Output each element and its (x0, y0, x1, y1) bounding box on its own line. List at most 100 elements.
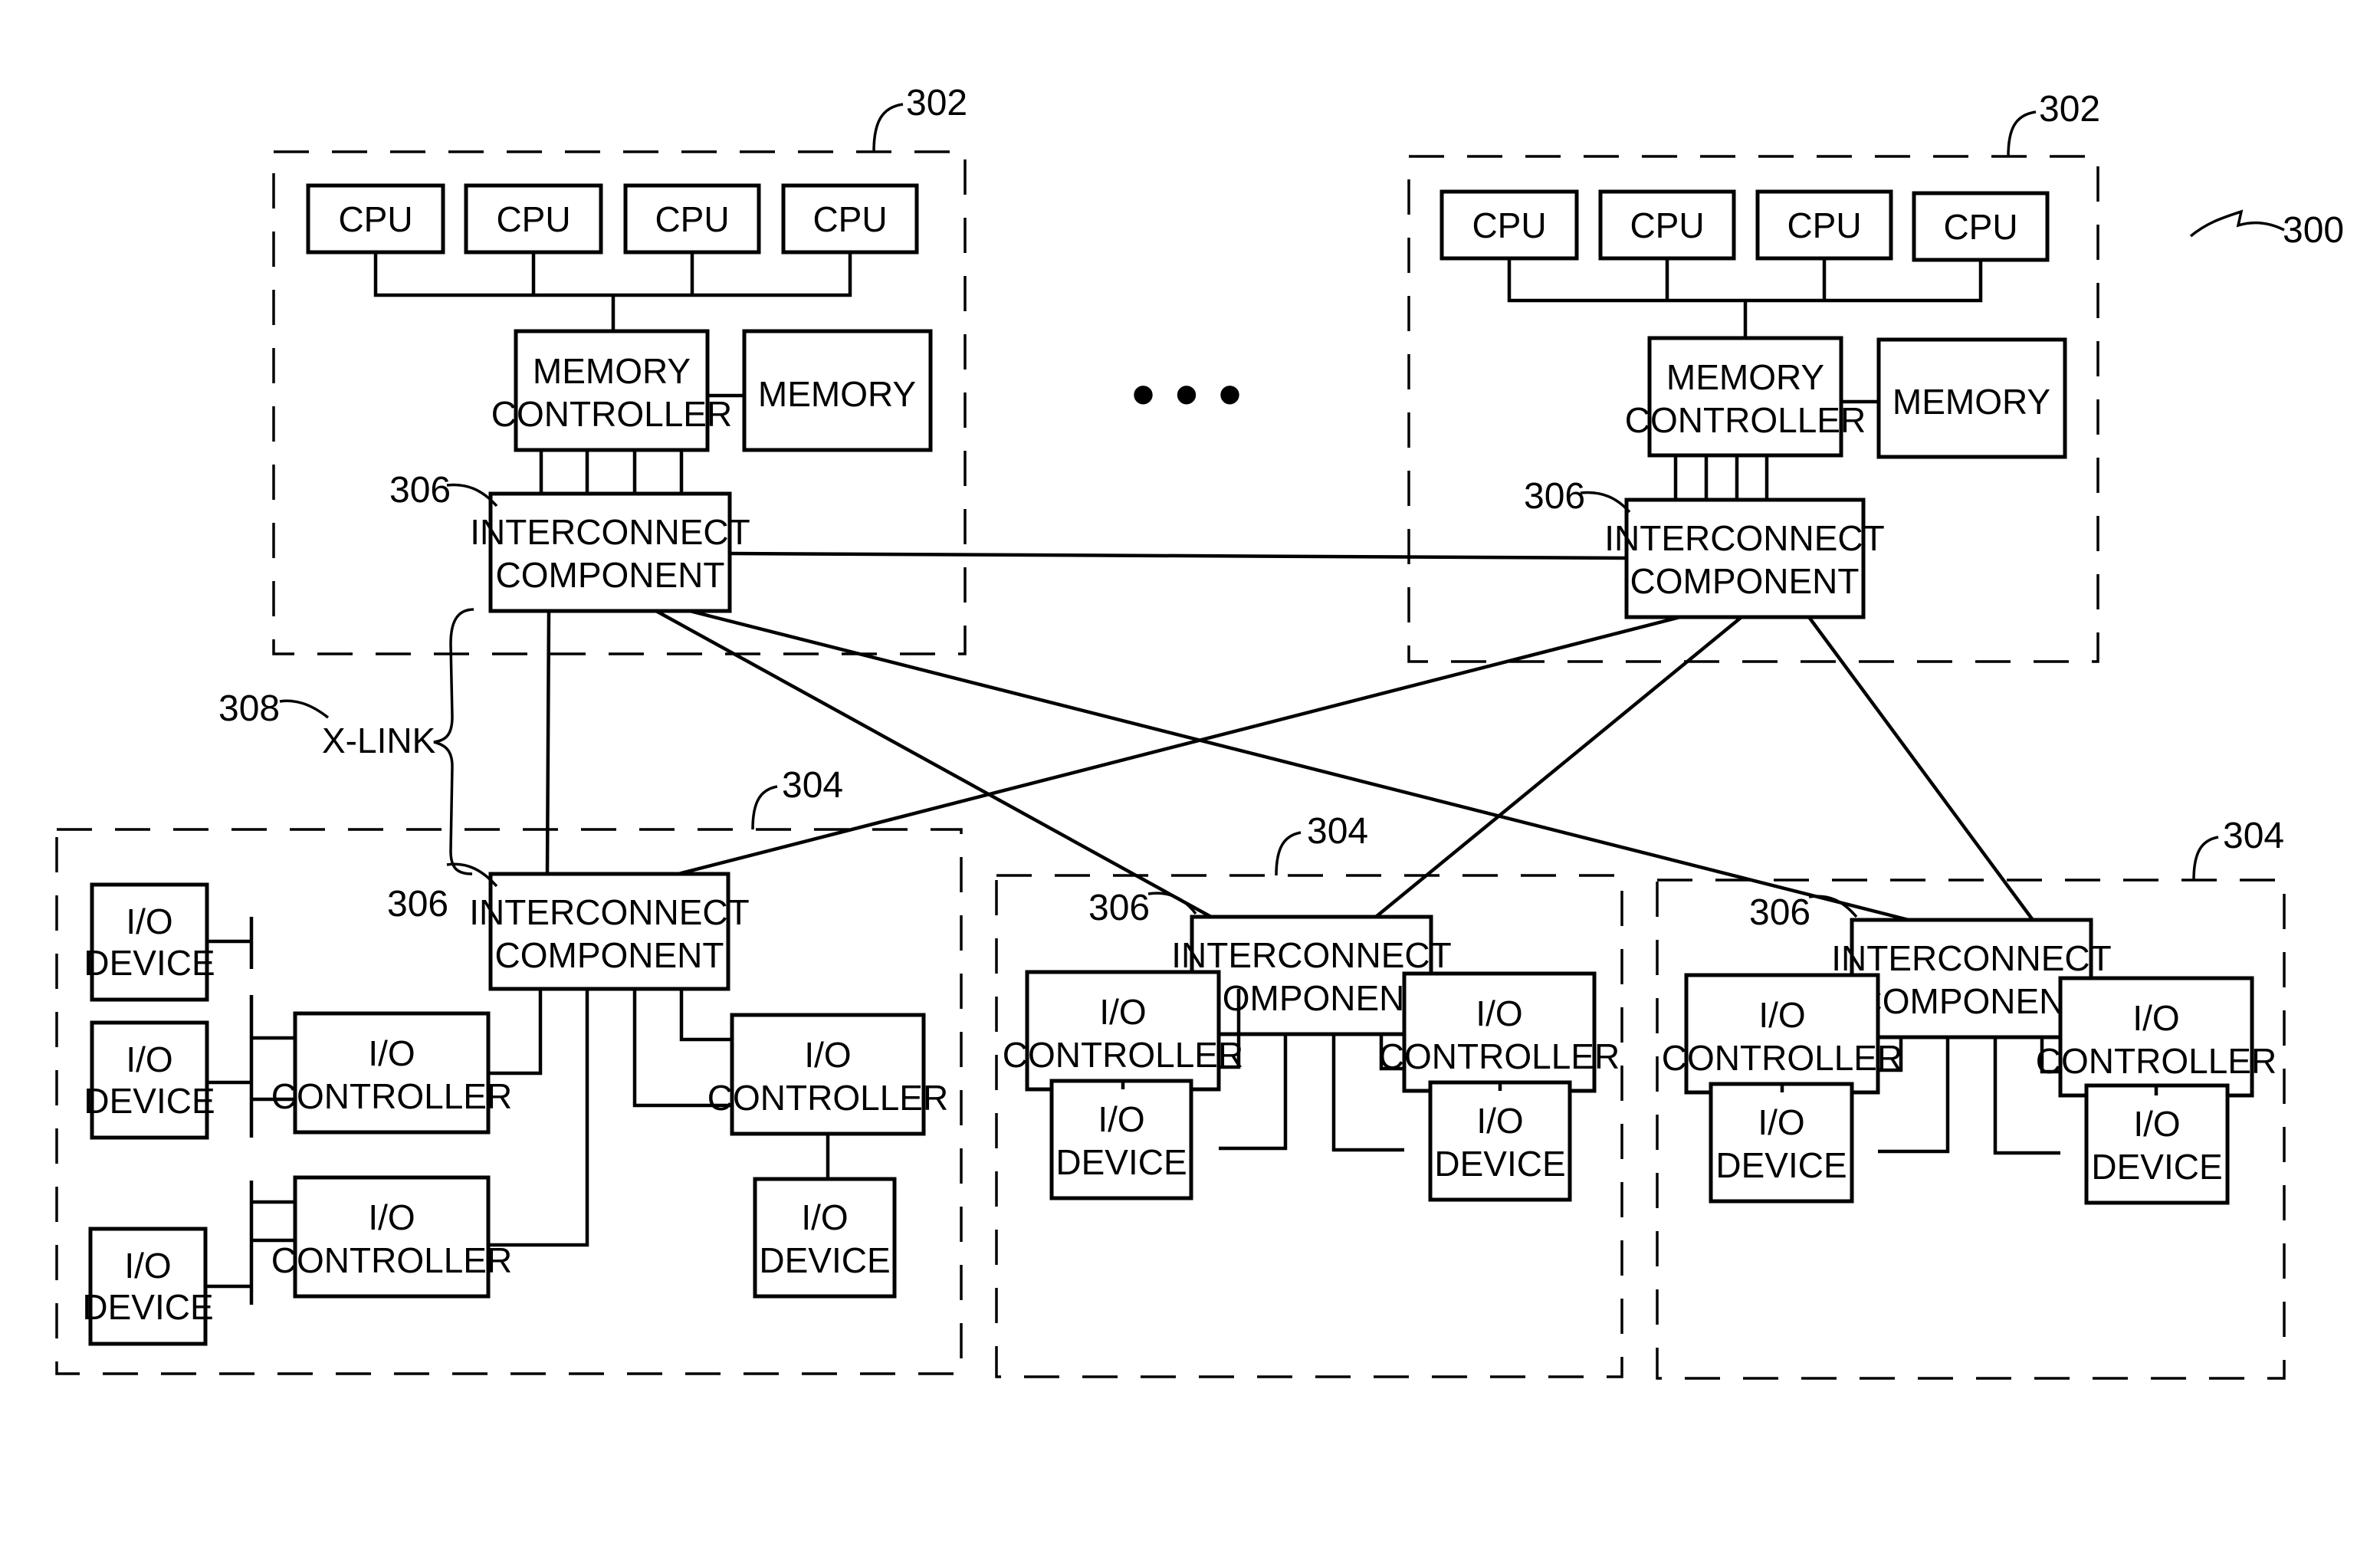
ref-label: 304 (1307, 811, 1368, 852)
svg-text:COMPONENT: COMPONENT (1197, 978, 1426, 1018)
processing-node-left: 302 CPU CPU CPU CPU MEMORY CONTROLLER ME… (272, 83, 967, 655)
ref-label: 306 (1088, 888, 1150, 928)
svg-text:CONTROLLER: CONTROLLER (1003, 1035, 1243, 1075)
svg-text:COMPONENT: COMPONENT (1857, 981, 2086, 1021)
processing-node-right: 302 CPU CPU CPU CPU MEMORY CONTROLLER ME… (1407, 89, 2100, 663)
svg-text:DEVICE: DEVICE (1434, 1144, 1565, 1184)
svg-text:I/O: I/O (126, 1039, 172, 1079)
svg-text:COMPONENT: COMPONENT (1630, 561, 1860, 601)
io-device-box: I/ODEVICE (84, 1020, 215, 1140)
ref-label: 302 (2039, 89, 2100, 130)
svg-text:CPU: CPU (1630, 205, 1704, 245)
cpu-box: CPU (781, 183, 919, 255)
io-controller-box: I/OCONTROLLER (1379, 971, 1620, 1093)
ref-label: 304 (2223, 816, 2284, 856)
svg-text:INTERCONNECT: INTERCONNECT (1604, 518, 1884, 558)
mc-interconnect-links (1673, 455, 1769, 500)
cpu-box: CPU (1439, 189, 1579, 261)
svg-text:CONTROLLER: CONTROLLER (491, 394, 732, 434)
svg-text:MEMORY: MEMORY (1893, 382, 2050, 422)
svg-text:DEVICE: DEVICE (84, 943, 215, 983)
io-device-box: I/ODEVICE (753, 1177, 897, 1299)
svg-text:I/O: I/O (1758, 995, 1805, 1035)
interconnect-component: INTERCONNECT COMPONENT (470, 491, 750, 613)
cpu-box: CPU (1912, 191, 2050, 262)
svg-text:CPU: CPU (338, 199, 412, 239)
xlink-top-right-to-io-left (678, 615, 1681, 876)
xlink-top-right-to-io-mid (1374, 616, 1743, 918)
svg-text:COMPONENT: COMPONENT (496, 555, 725, 595)
ref-leader (751, 785, 778, 830)
cpu-box: CPU (464, 183, 603, 255)
cpu-box: CPU (623, 183, 761, 255)
ref-leader (872, 103, 904, 153)
svg-text:I/O: I/O (1476, 993, 1522, 1033)
svg-text:I/O: I/O (2133, 1104, 2180, 1144)
svg-text:MEMORY: MEMORY (758, 374, 916, 414)
ref-label: 308 (218, 688, 280, 729)
more-nodes-ellipsis: • • • (1131, 356, 1243, 433)
io-node-mid: 304 INTERCONNECT COMPONENT 306 I/OCONTRO… (995, 811, 1623, 1378)
io-node-right: 304 INTERCONNECT COMPONENT 306 I/OCONTRO… (1656, 816, 2286, 1380)
cpu-box: CPU (1598, 189, 1736, 261)
svg-text:INTERCONNECT: INTERCONNECT (1171, 935, 1451, 975)
memory-controller-box: MEMORY CONTROLLER (1625, 336, 1866, 458)
svg-text:INTERCONNECT: INTERCONNECT (1831, 938, 2111, 978)
svg-text:CONTROLLER: CONTROLLER (271, 1076, 512, 1116)
ref-leader (279, 699, 330, 719)
svg-text:DEVICE: DEVICE (82, 1287, 213, 1327)
svg-text:I/O: I/O (126, 902, 172, 941)
io-device-box: I/ODEVICE (84, 882, 215, 1002)
system-ref-arrow (2189, 209, 2285, 238)
memory-box: MEMORY (1876, 337, 2067, 459)
svg-text:DEVICE: DEVICE (1055, 1142, 1187, 1182)
ref-label: 304 (782, 765, 843, 806)
io-device-box: I/ODEVICE (2084, 1083, 2230, 1205)
svg-text:I/O: I/O (1758, 1102, 1804, 1142)
xlink-brace (433, 608, 474, 875)
svg-text:CPU: CPU (1787, 205, 1861, 245)
ref-leader (1580, 491, 1631, 514)
svg-text:CONTROLLER: CONTROLLER (2036, 1041, 2277, 1081)
ref-leader (1275, 831, 1302, 876)
ref-label: 306 (1524, 476, 1585, 517)
io-controller-box: I/OCONTROLLER (2036, 976, 2277, 1098)
svg-text:DEVICE: DEVICE (2091, 1147, 2222, 1187)
cpu-box: CPU (306, 183, 445, 255)
io-device-box: I/ODEVICE (1049, 1079, 1193, 1200)
cpu-bus (1507, 258, 1983, 338)
cpu-box: CPU (1755, 189, 1893, 261)
system-ref-label: 300 (2283, 210, 2344, 251)
io-device-box: I/ODEVICE (1428, 1080, 1572, 1202)
ref-label: 306 (387, 884, 448, 925)
svg-text:CONTROLLER: CONTROLLER (1625, 400, 1866, 440)
svg-text:I/O: I/O (1098, 1099, 1144, 1139)
svg-text:CONTROLLER: CONTROLLER (707, 1078, 948, 1118)
svg-text:DEVICE: DEVICE (84, 1081, 215, 1121)
system-diagram: 302 CPU CPU CPU CPU MEMORY CONTROLLER ME… (55, 83, 2344, 1380)
io-controller-box: I/OCONTROLLER (1662, 973, 1902, 1095)
xlink-top-left-to-io-right (689, 609, 1909, 922)
svg-text:I/O: I/O (368, 1033, 415, 1073)
svg-text:INTERCONNECT: INTERCONNECT (470, 512, 750, 552)
memory-box: MEMORY (742, 329, 933, 452)
svg-text:MEMORY: MEMORY (533, 351, 691, 391)
svg-text:I/O: I/O (804, 1035, 851, 1075)
cpu-bus (373, 252, 852, 331)
svg-text:I/O: I/O (368, 1197, 415, 1237)
xlink-label: X-LINK (322, 721, 436, 760)
memory-controller-box: MEMORY CONTROLLER (491, 329, 732, 452)
svg-text:CPU: CPU (1472, 205, 1546, 245)
svg-text:CPU: CPU (496, 199, 570, 239)
svg-text:DEVICE: DEVICE (759, 1240, 890, 1280)
io-device-box: I/ODEVICE (1709, 1082, 1854, 1204)
svg-text:I/O: I/O (2132, 998, 2179, 1038)
ref-label: 306 (1749, 892, 1810, 933)
mc-interconnect-links (539, 450, 684, 494)
svg-text:COMPONENT: COMPONENT (495, 935, 724, 975)
svg-text:CPU: CPU (812, 199, 887, 239)
io-controller-box: I/OCONTROLLER (271, 1011, 512, 1135)
ref-leader (2007, 110, 2037, 157)
svg-text:CPU: CPU (1943, 207, 2017, 247)
svg-text:I/O: I/O (1099, 992, 1146, 1032)
